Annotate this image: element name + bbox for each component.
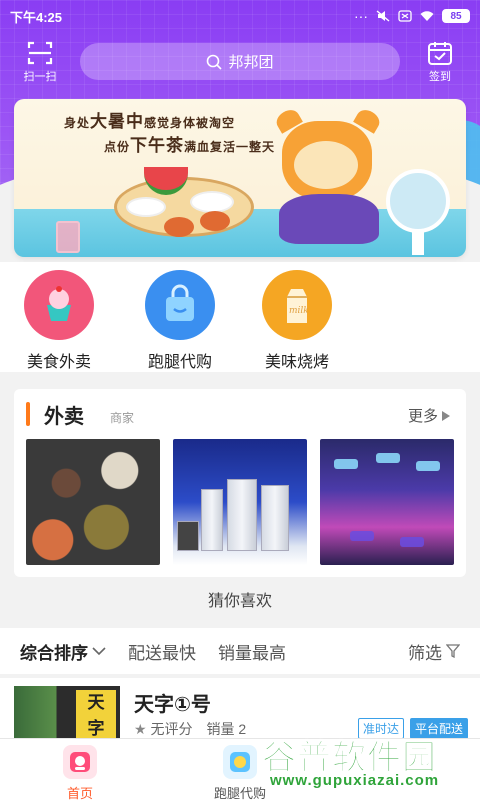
watermark: 谷普软件园 www.gupuxiazai.com	[262, 730, 472, 796]
cupcake-icon	[47, 286, 71, 321]
tab-home[interactable]: 首页	[40, 745, 120, 800]
calendar-check-icon	[428, 42, 452, 65]
category-food-delivery[interactable]: 美食外卖	[14, 270, 104, 372]
search-bar[interactable]: 邦邦团	[80, 43, 400, 80]
battery-indicator: 85	[442, 9, 470, 23]
home-tab-icon	[70, 752, 90, 772]
search-icon	[207, 54, 223, 70]
svg-text:milk: milk	[289, 306, 309, 316]
triangle-right-icon	[442, 410, 450, 421]
sort-highest-sales[interactable]: 销量最高	[218, 639, 286, 664]
guess-you-like-title: 猜你喜欢	[207, 593, 272, 610]
merchant-thumb-club[interactable]	[320, 439, 454, 565]
filter-button[interactable]: 筛选	[408, 639, 460, 664]
chevron-down-icon	[92, 647, 106, 656]
more-dots-icon: ···	[354, 8, 368, 24]
scan-button[interactable]: 扫一扫	[18, 40, 62, 84]
merchant-thumb-appliances[interactable]	[173, 439, 307, 565]
funnel-icon	[446, 644, 460, 658]
mute-icon	[376, 10, 390, 22]
sort-bar: 综合排序 配送最快 销量最高 筛选	[0, 628, 480, 674]
section-accent-bar	[26, 402, 30, 426]
scan-label: 扫一扫	[23, 71, 57, 83]
signin-button[interactable]: 签到	[418, 40, 462, 84]
shop-name: 天字①号	[134, 694, 211, 716]
app-root: 下午4:25 ··· 85 扫一扫 邦邦团 签到 身处大暑中感觉身体被淘空 点份…	[0, 0, 480, 800]
milk-carton-icon: milk	[287, 289, 309, 323]
shop-sign: 天字	[76, 690, 116, 744]
fan-illustration	[386, 169, 450, 233]
sort-comprehensive[interactable]: 综合排序	[20, 639, 106, 664]
shop-rating: 无评分	[150, 721, 193, 737]
watermark-url: www.gupuxiazai.com	[270, 772, 440, 789]
category-bbq[interactable]: milk 美味烧烤	[252, 270, 342, 372]
sort-fastest-delivery[interactable]: 配送最快	[128, 639, 196, 664]
crab-illustration	[164, 217, 194, 237]
shop-sales: 销量 2	[206, 721, 247, 737]
status-time: 下午4:25	[10, 9, 63, 25]
status-bar: 下午4:25 ··· 85	[0, 0, 480, 32]
takeout-section: 外卖 商家 更多	[14, 389, 466, 577]
errand-tab-icon	[230, 752, 250, 772]
category-grid: 美食外卖 跑腿代购 milk 美味烧烤	[0, 262, 480, 372]
section-subtitle: 商家	[110, 411, 135, 425]
scan-icon	[27, 41, 53, 65]
merchant-thumb-food[interactable]	[26, 439, 160, 565]
signin-label: 签到	[429, 71, 451, 83]
category-errand-purchase[interactable]: 跑腿代购	[135, 270, 225, 372]
shopping-bag-icon	[166, 284, 194, 321]
section-title: 外卖	[44, 406, 84, 428]
banner-headline-1: 身处大暑中感觉身体被淘空	[64, 112, 236, 132]
sim-icon	[398, 10, 412, 22]
promo-banner[interactable]: 身处大暑中感觉身体被淘空 点份下午茶满血复活一整天	[14, 99, 466, 257]
more-link[interactable]: 更多	[408, 405, 450, 426]
drink-illustration	[56, 221, 80, 253]
banner-headline-2: 点份下午茶满血复活一整天	[104, 136, 276, 156]
search-placeholder: 邦邦团	[228, 54, 274, 71]
star-icon: ★	[134, 721, 147, 737]
wifi-icon	[420, 11, 434, 21]
